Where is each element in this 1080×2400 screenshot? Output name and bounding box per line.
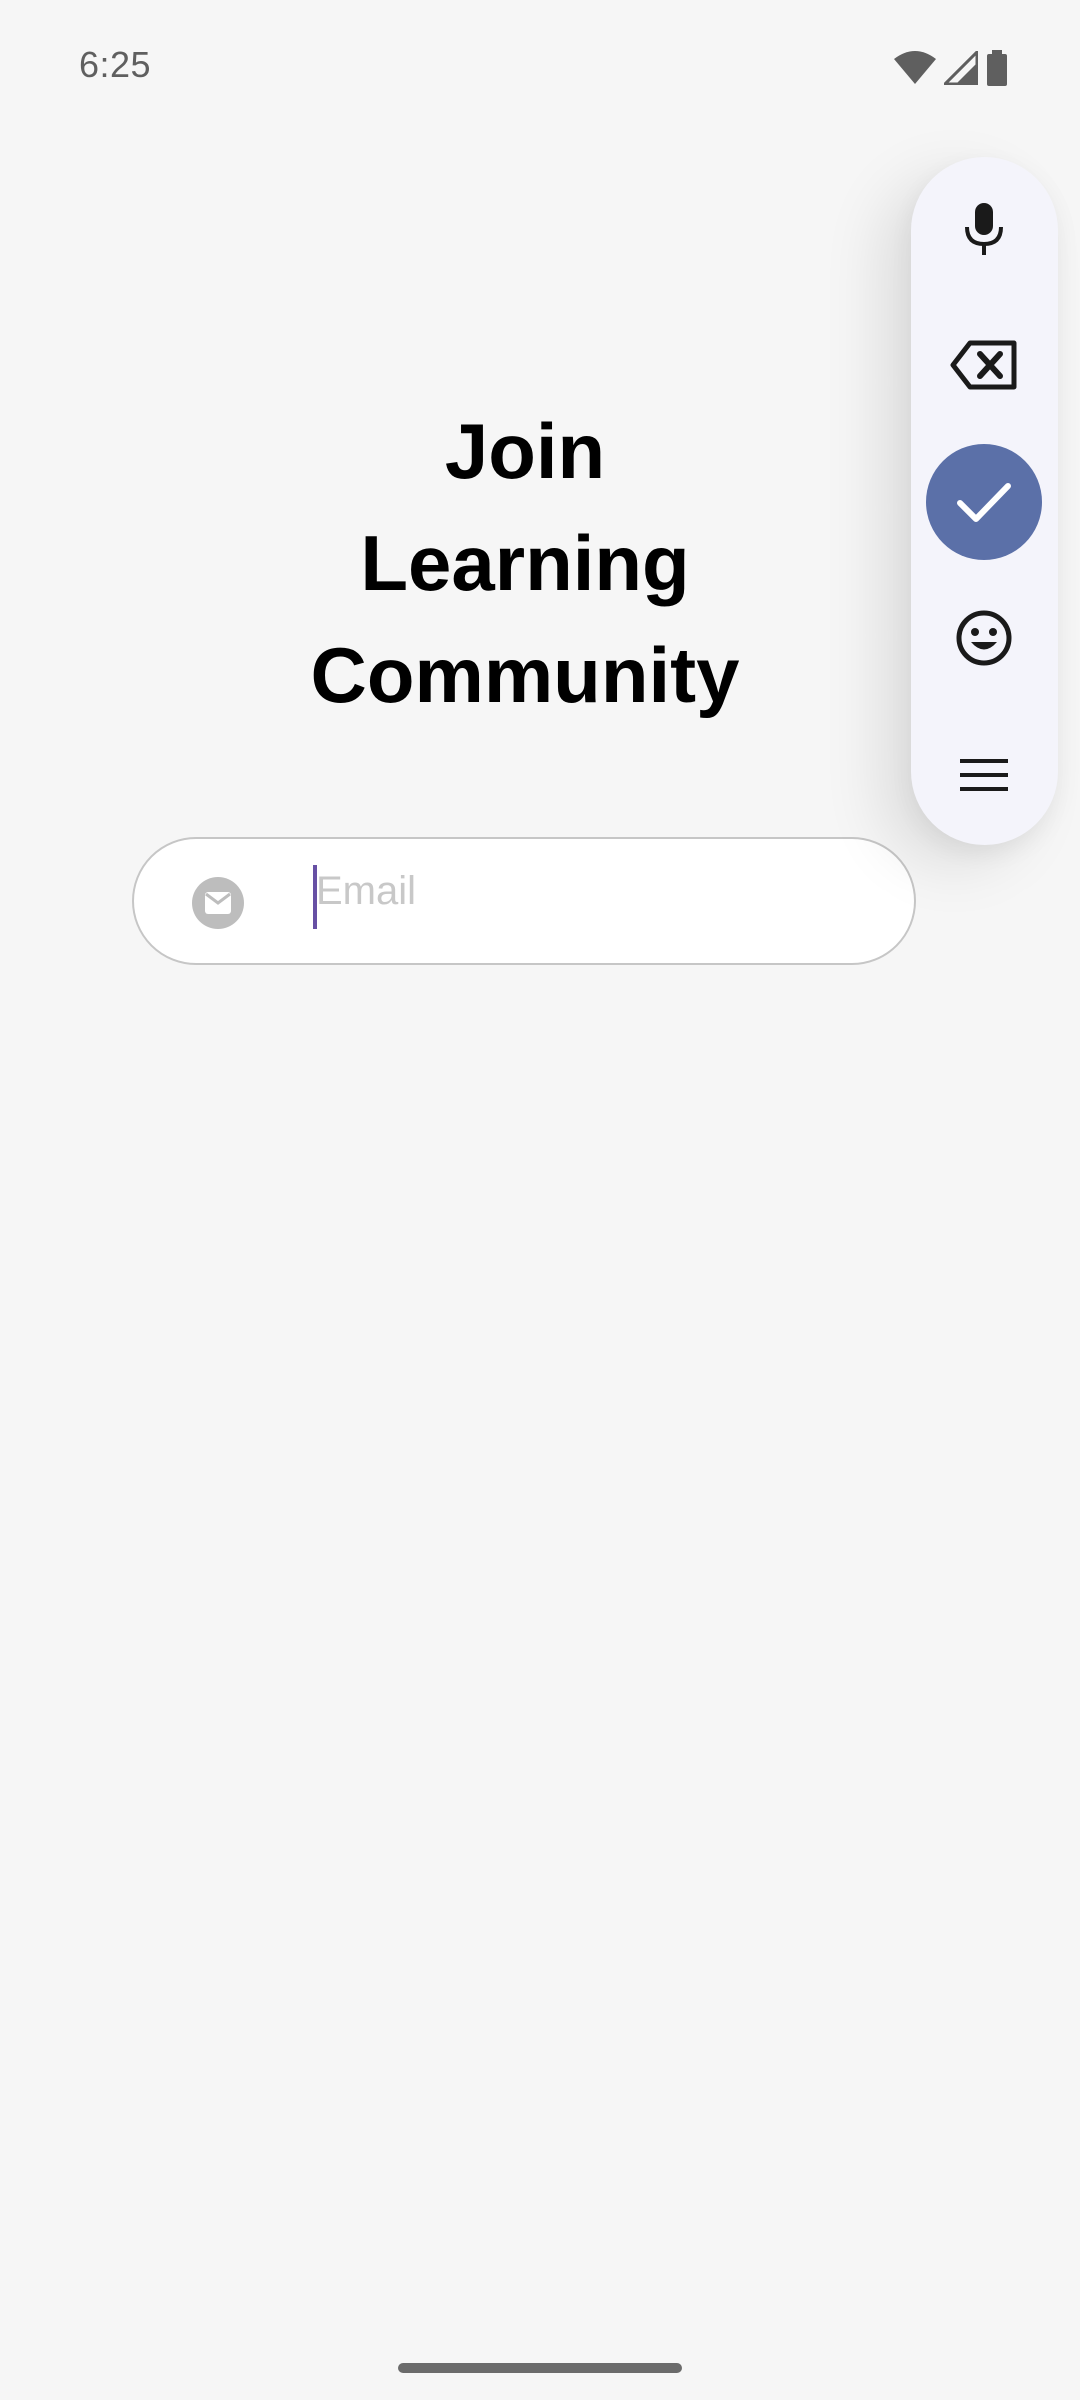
- battery-icon: [987, 50, 1007, 86]
- check-icon: [957, 483, 1011, 522]
- page-title-line: Community: [310, 631, 740, 719]
- emoji-icon: [956, 610, 1012, 666]
- microphone-icon: [965, 203, 1003, 255]
- email-placeholder: Email: [316, 869, 417, 913]
- keyboard-toolbar: [911, 157, 1058, 845]
- page-title-line: Learning: [360, 519, 690, 607]
- emoji-button[interactable]: [926, 580, 1042, 696]
- done-button[interactable]: [926, 444, 1042, 560]
- backspace-button[interactable]: [926, 307, 1042, 423]
- status-time: 6:25: [79, 44, 152, 85]
- signal-icon: [944, 51, 978, 85]
- backspace-icon: [950, 340, 1017, 390]
- page-title-line: Join: [444, 407, 606, 495]
- mail-icon: [192, 877, 244, 929]
- gesture-nav-bar[interactable]: [398, 2363, 682, 2373]
- menu-icon: [960, 759, 1008, 791]
- status-bar: 6:25: [0, 0, 1080, 130]
- keyboard-menu-button[interactable]: [926, 717, 1042, 833]
- wifi-icon: [894, 51, 936, 84]
- email-field[interactable]: Email: [132, 837, 916, 965]
- page-title: Join Learning Community: [230, 395, 820, 731]
- voice-input-button[interactable]: [926, 171, 1042, 287]
- status-icons: [894, 48, 1008, 88]
